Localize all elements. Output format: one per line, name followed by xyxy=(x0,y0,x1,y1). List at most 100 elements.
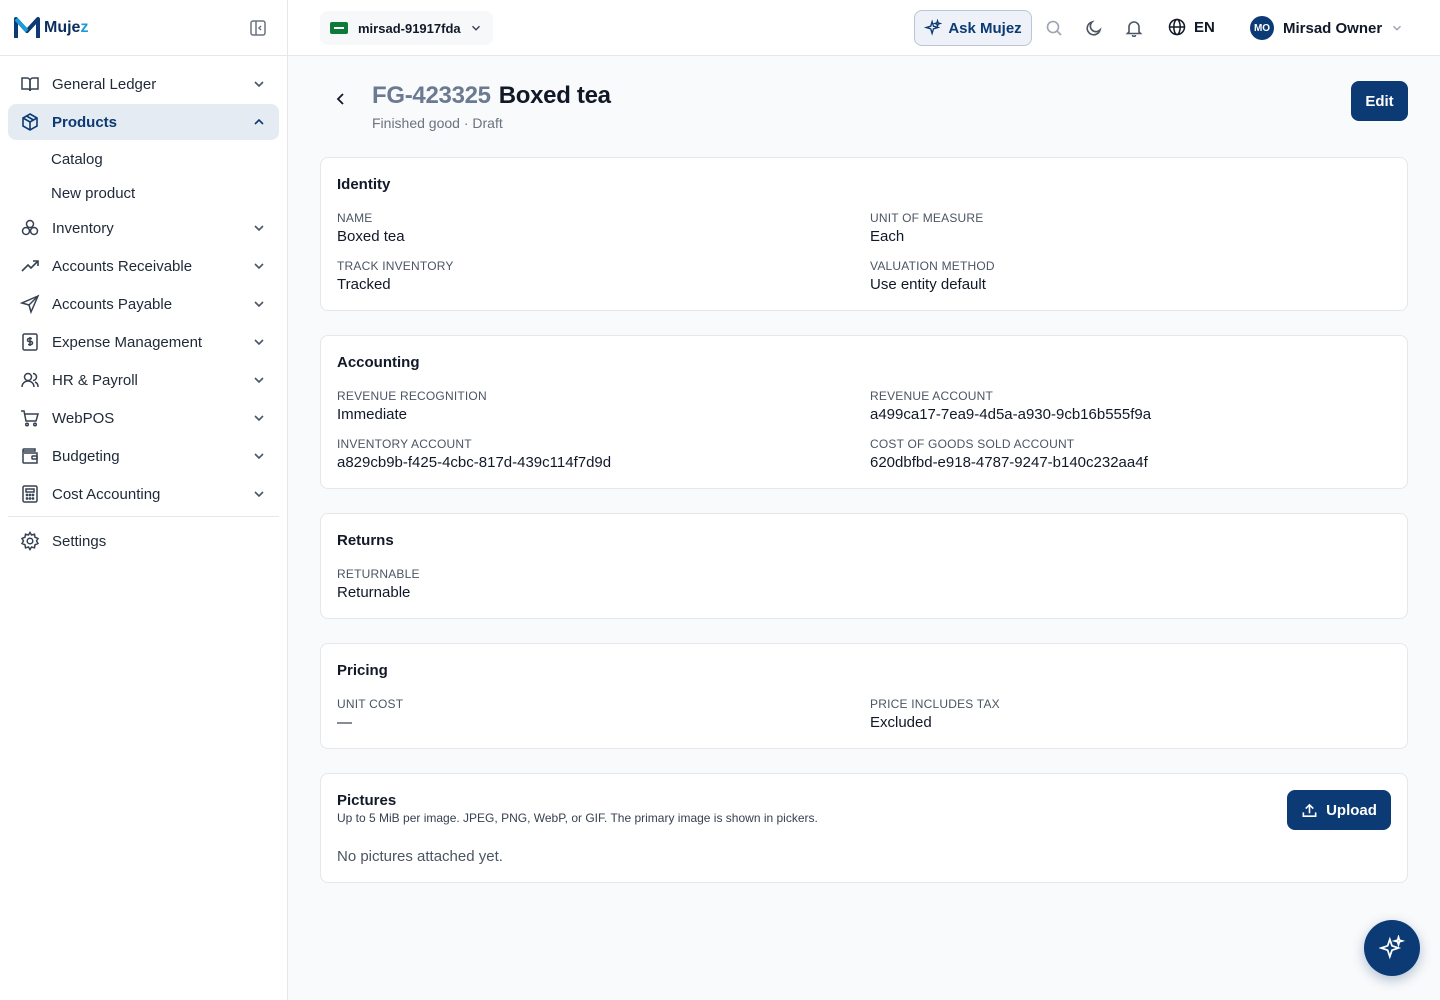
sparkles-icon xyxy=(924,19,943,36)
product-code: FG-423325 xyxy=(372,82,491,109)
sidebar-item-label: WebPOS xyxy=(52,409,115,427)
upload-button[interactable]: Upload xyxy=(1287,790,1391,830)
accounting-card: Accounting Revenue recognition Immediate … xyxy=(320,335,1408,489)
brand-header: Mujez xyxy=(0,0,287,56)
ask-mujez-label: Ask Mujez xyxy=(948,19,1022,37)
main-content: FG-423325 Boxed tea Finished good · Draft… xyxy=(288,56,1440,1000)
chevron-down-icon xyxy=(254,377,264,384)
sidebar-item-label: HR & Payroll xyxy=(52,371,138,389)
card-title: Accounting xyxy=(337,354,420,371)
product-name: Boxed tea xyxy=(498,82,611,109)
pictures-empty-state: No pictures attached yet. xyxy=(337,848,503,865)
brand-name: Mujez xyxy=(44,18,89,36)
sidebar-item-webpos[interactable]: WebPOS xyxy=(8,400,279,436)
sidebar-item-cost-accounting[interactable]: Cost Accounting xyxy=(8,476,279,512)
field-inventory-account: Inventory account a829cb9b-f425-4cbc-817d… xyxy=(337,437,612,471)
sidebar-item-budgeting[interactable]: Budgeting xyxy=(8,438,279,474)
sidebar-item-label: Cost Accounting xyxy=(52,485,161,503)
avatar: MO xyxy=(1250,16,1274,40)
sidebar: Mujez General Ledger Products Catalog Ne… xyxy=(0,0,288,1000)
sidebar-item-label: Accounts Receivable xyxy=(52,257,193,275)
sidebar-item-label: Inventory xyxy=(52,219,114,237)
chevron-up-icon xyxy=(254,118,264,125)
sidebar-subitem-catalog[interactable]: Catalog xyxy=(8,142,279,176)
field-price-includes-tax: Price includes tax Excluded xyxy=(870,697,1000,731)
sparkles-icon xyxy=(1379,935,1405,960)
card-title: Identity xyxy=(337,176,391,193)
cart-icon xyxy=(21,410,39,427)
sidebar-item-accounts-payable[interactable]: Accounts Payable xyxy=(8,286,279,322)
sidebar-divider xyxy=(8,516,279,517)
sidebar-item-label: Settings xyxy=(52,532,107,550)
saudi-flag-icon xyxy=(330,22,348,34)
language-label: EN xyxy=(1194,18,1215,36)
ai-assistant-fab[interactable] xyxy=(1364,920,1420,976)
field-track-inventory: Track inventory Tracked xyxy=(337,259,454,293)
field-name: Name Boxed tea xyxy=(337,211,405,245)
book-icon xyxy=(21,77,39,92)
chevron-down-icon xyxy=(254,491,264,498)
mujez-logo-icon xyxy=(14,16,40,38)
returns-card: Returns Returnable Returnable xyxy=(320,513,1408,619)
chevron-down-icon xyxy=(254,453,264,460)
chevron-down-icon xyxy=(254,225,264,232)
chevron-down-icon xyxy=(254,263,264,270)
trending-up-icon xyxy=(21,260,39,272)
sidebar-collapse-icon[interactable] xyxy=(249,19,267,37)
field-unit-of-measure: Unit of measure Each xyxy=(870,211,984,245)
sidebar-item-expense-management[interactable]: Expense Management xyxy=(8,324,279,360)
sidebar-item-hr-payroll[interactable]: HR & Payroll xyxy=(8,362,279,398)
chevron-down-icon xyxy=(254,81,264,88)
sidebar-item-inventory[interactable]: Inventory xyxy=(8,210,279,246)
chevron-down-icon xyxy=(254,339,264,346)
chevron-down-icon xyxy=(471,25,480,31)
sidebar-item-products[interactable]: Products xyxy=(8,104,279,140)
card-title: Pictures xyxy=(337,792,397,809)
moon-icon[interactable] xyxy=(1085,19,1103,37)
upload-icon xyxy=(1302,803,1317,817)
field-valuation-method: Valuation method Use entity default xyxy=(870,259,995,293)
globe-icon xyxy=(1168,18,1186,36)
sidebar-subitem-new-product[interactable]: New product xyxy=(8,176,279,210)
sidebar-item-label: Expense Management xyxy=(52,333,203,351)
page-subtitle: Finished good · Draft xyxy=(372,115,503,131)
chevron-down-icon xyxy=(254,301,264,308)
search-icon[interactable] xyxy=(1045,19,1063,37)
page-title: FG-423325 Boxed tea xyxy=(372,82,611,110)
back-arrow-icon[interactable] xyxy=(332,90,350,108)
pictures-card: Pictures Up to 5 MiB per image. JPEG, PN… xyxy=(320,773,1408,883)
sidebar-nav: General Ledger Products Catalog New prod… xyxy=(0,56,287,559)
card-title: Pricing xyxy=(337,662,388,679)
box-icon xyxy=(22,113,38,131)
sidebar-item-general-ledger[interactable]: General Ledger xyxy=(8,66,279,102)
field-unit-cost: Unit cost — xyxy=(337,697,404,731)
identity-card: Identity Name Boxed tea Unit of measure Ea… xyxy=(320,157,1408,311)
send-icon xyxy=(20,294,40,314)
sidebar-item-settings[interactable]: Settings xyxy=(8,523,279,559)
user-menu[interactable]: MO Mirsad Owner xyxy=(1250,16,1404,40)
receipt-icon xyxy=(22,333,38,351)
pricing-card: Pricing Unit cost — Price includes tax Exc… xyxy=(320,643,1408,749)
chevron-down-icon xyxy=(254,415,264,422)
card-title: Returns xyxy=(337,532,394,549)
pictures-description: Up to 5 MiB per image. JPEG, PNG, WebP, … xyxy=(337,811,818,825)
field-revenue-account: Revenue account a499ca17-7ea9-4d5a-a930-9… xyxy=(870,389,1152,423)
wallet-icon xyxy=(22,448,38,464)
sidebar-item-label: Budgeting xyxy=(52,447,120,465)
bell-icon[interactable] xyxy=(1125,19,1143,37)
chevron-down-icon xyxy=(1393,25,1402,31)
tenant-name: mirsad-91917fda xyxy=(358,20,461,36)
sidebar-item-accounts-receivable[interactable]: Accounts Receivable xyxy=(8,248,279,284)
tenant-switcher[interactable]: mirsad-91917fda xyxy=(320,11,493,45)
field-cogs-account: Cost of goods sold account 620dbfbd-e918-… xyxy=(870,437,1148,471)
language-switcher[interactable]: EN xyxy=(1168,18,1215,36)
sidebar-item-label: General Ledger xyxy=(52,75,157,93)
upload-label: Upload xyxy=(1326,801,1377,819)
calculator-icon xyxy=(22,485,38,503)
users-icon xyxy=(21,372,39,388)
user-name: Mirsad Owner xyxy=(1283,19,1383,37)
edit-button[interactable]: Edit xyxy=(1351,81,1408,121)
sidebar-item-label: Products xyxy=(52,113,118,131)
ask-mujez-button[interactable]: Ask Mujez xyxy=(914,10,1032,46)
field-returnable: Returnable Returnable xyxy=(337,567,420,601)
